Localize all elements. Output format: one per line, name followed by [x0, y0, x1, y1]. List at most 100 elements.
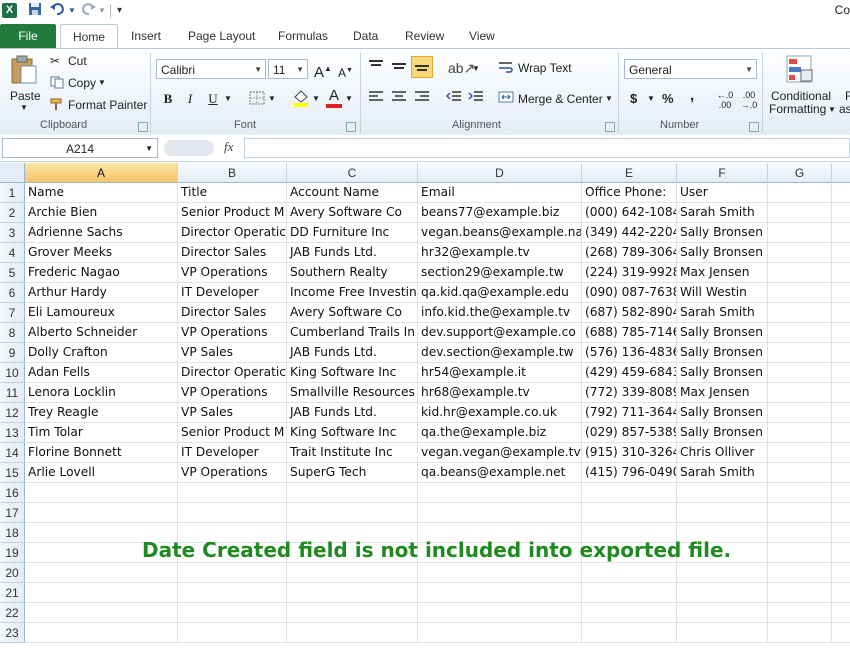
table-cell[interactable]: (090) 087-7638 [582, 283, 677, 303]
table-cell[interactable] [287, 503, 418, 523]
table-cell[interactable] [832, 383, 850, 403]
table-cell[interactable]: Director Sales [178, 243, 287, 263]
table-cell[interactable] [287, 583, 418, 603]
table-cell[interactable] [287, 623, 418, 643]
table-cell[interactable]: Florine Bonnett [25, 443, 178, 463]
font-name-select[interactable]: Calibri ▼ [156, 59, 266, 79]
borders-icon[interactable] [249, 91, 265, 110]
table-cell[interactable]: Max Jensen [677, 383, 768, 403]
table-cell[interactable]: User [677, 183, 768, 203]
table-cell[interactable]: (224) 319-9928 [582, 263, 677, 283]
row-header[interactable]: 13 [0, 423, 25, 443]
align-top-icon[interactable] [368, 59, 384, 78]
cut-icon[interactable]: ✂ [50, 54, 60, 68]
column-header-a[interactable]: A [25, 163, 178, 183]
tab-insert[interactable]: Insert [131, 24, 161, 48]
row-header[interactable]: 20 [0, 563, 25, 583]
column-header-next[interactable] [832, 163, 850, 183]
table-cell[interactable] [768, 403, 832, 423]
orientation-dropdown-icon[interactable]: ▼ [472, 60, 480, 78]
table-cell[interactable] [25, 623, 178, 643]
wrap-text-button[interactable]: Wrap Text [518, 61, 572, 75]
format-as-table-label-2[interactable]: as [839, 102, 850, 116]
table-cell[interactable] [25, 483, 178, 503]
table-cell[interactable]: Eli Lamoureux [25, 303, 178, 323]
table-cell[interactable]: Sarah Smith [677, 203, 768, 223]
table-cell[interactable]: Sally Bronsen [677, 343, 768, 363]
table-cell[interactable] [832, 523, 850, 543]
table-cell[interactable]: DD Furniture Inc [287, 223, 418, 243]
table-cell[interactable]: Title [178, 183, 287, 203]
table-cell[interactable] [178, 623, 287, 643]
table-cell[interactable] [832, 443, 850, 463]
format-painter-button[interactable]: Format Painter [68, 98, 147, 112]
table-cell[interactable]: IT Developer [178, 283, 287, 303]
row-header[interactable]: 14 [0, 443, 25, 463]
row-header[interactable]: 6 [0, 283, 25, 303]
row-header[interactable]: 7 [0, 303, 25, 323]
table-cell[interactable] [832, 323, 850, 343]
table-cell[interactable]: Arlie Lovell [25, 463, 178, 483]
undo-icon[interactable] [50, 2, 66, 19]
paste-icon[interactable] [10, 55, 38, 88]
table-cell[interactable]: (268) 789-3064 [582, 243, 677, 263]
table-cell[interactable] [178, 563, 287, 583]
table-cell[interactable]: Senior Product M [178, 423, 287, 443]
conditional-formatting-label-1[interactable]: Conditional [771, 89, 831, 103]
cut-button[interactable]: Cut [68, 54, 87, 68]
table-cell[interactable] [178, 583, 287, 603]
table-cell[interactable] [768, 283, 832, 303]
table-cell[interactable] [832, 543, 850, 563]
table-cell[interactable]: Name [25, 183, 178, 203]
table-cell[interactable]: Adan Fells [25, 363, 178, 383]
increase-decimal-button[interactable]: ←.0 .00 [716, 90, 734, 110]
clipboard-launcher-icon[interactable] [138, 122, 148, 132]
name-box[interactable]: A214 ▼ [2, 138, 158, 158]
font-color-dropdown-icon[interactable]: ▼ [345, 90, 353, 108]
font-launcher-icon[interactable] [346, 122, 356, 132]
merge-center-button[interactable]: Merge & Center [518, 92, 603, 106]
table-cell[interactable] [418, 503, 582, 523]
tab-page-layout[interactable]: Page Layout [188, 24, 255, 48]
currency-dropdown-icon[interactable]: ▼ [647, 90, 655, 108]
table-cell[interactable] [582, 603, 677, 623]
table-cell[interactable] [768, 383, 832, 403]
row-header[interactable]: 2 [0, 203, 25, 223]
fill-color-dropdown-icon[interactable]: ▼ [312, 90, 320, 108]
underline-button[interactable]: U [205, 90, 221, 108]
table-cell[interactable]: Sally Bronsen [677, 323, 768, 343]
table-cell[interactable]: Alberto Schneider [25, 323, 178, 343]
tab-view[interactable]: View [469, 24, 495, 48]
table-cell[interactable]: hr54@example.it [418, 363, 582, 383]
row-header[interactable]: 3 [0, 223, 25, 243]
table-cell[interactable]: JAB Funds Ltd. [287, 343, 418, 363]
table-cell[interactable] [25, 583, 178, 603]
table-cell[interactable]: Email [418, 183, 582, 203]
table-cell[interactable]: King Software Inc [287, 423, 418, 443]
table-cell[interactable]: section29@example.tw [418, 263, 582, 283]
table-cell[interactable]: Smallville Resources [287, 383, 418, 403]
row-header[interactable]: 8 [0, 323, 25, 343]
table-cell[interactable] [832, 423, 850, 443]
tab-formulas[interactable]: Formulas [278, 24, 328, 48]
table-cell[interactable]: (429) 459-6843 [582, 363, 677, 383]
table-cell[interactable] [832, 283, 850, 303]
table-cell[interactable] [418, 483, 582, 503]
format-painter-icon[interactable] [50, 98, 64, 114]
row-header[interactable]: 1 [0, 183, 25, 203]
table-cell[interactable] [418, 563, 582, 583]
save-icon[interactable] [28, 2, 42, 19]
paste-dropdown-icon[interactable]: ▼ [20, 103, 28, 112]
table-cell[interactable] [768, 483, 832, 503]
number-format-select[interactable]: General ▼ [624, 59, 757, 79]
table-cell[interactable] [768, 603, 832, 623]
conditional-formatting-label-2[interactable]: Formatting [769, 102, 826, 116]
table-cell[interactable]: Sarah Smith [677, 303, 768, 323]
table-cell[interactable]: Sally Bronsen [677, 243, 768, 263]
row-header[interactable]: 9 [0, 343, 25, 363]
row-header[interactable]: 4 [0, 243, 25, 263]
merge-center-icon[interactable] [498, 90, 514, 109]
undo-dropdown-icon[interactable]: ▼ [68, 2, 76, 19]
table-cell[interactable] [178, 603, 287, 623]
table-cell[interactable] [418, 583, 582, 603]
